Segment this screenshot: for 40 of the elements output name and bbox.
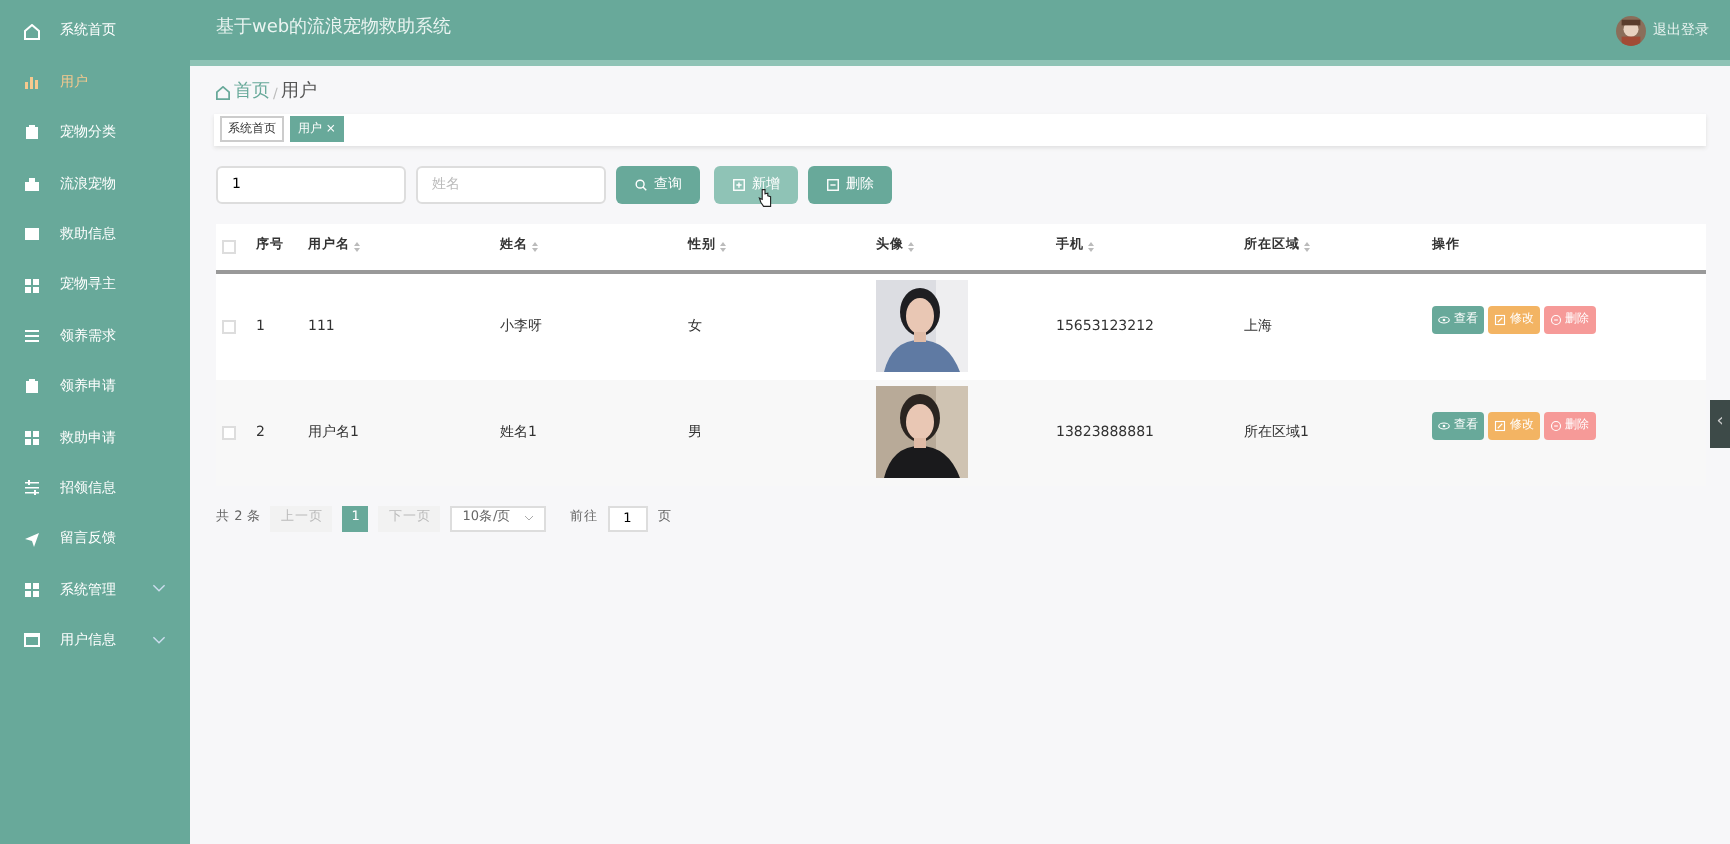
sort-icon[interactable] [353,241,360,251]
collapse-tab[interactable]: ‹ [1710,400,1730,448]
minus-square-icon [826,177,840,191]
list-icon [24,328,40,345]
grid-icon [24,581,40,598]
square-icon [24,226,40,243]
minus-circle-icon [1549,313,1561,325]
sort-icon[interactable] [531,241,538,251]
home-link[interactable]: 首页 [216,80,270,107]
grid-icon [24,429,40,446]
window-icon [24,632,40,649]
paper-plane-icon [24,531,40,548]
breadcrumb-current: 用户 [281,80,318,106]
edit-icon [1493,419,1506,431]
clipboard-icon [24,124,40,141]
home-icon [216,86,230,101]
chevron-down-icon [152,633,166,646]
hand-cursor-icon [758,187,772,207]
grid-icon [24,277,40,294]
checkbox[interactable] [222,319,236,333]
sort-icon[interactable] [907,241,914,251]
chevron-down-icon [152,582,166,595]
plus-square-icon [732,177,746,191]
minus-circle-icon [1549,419,1561,431]
sort-icon[interactable] [1087,241,1094,251]
home-icon [24,23,40,40]
eye-icon [1438,313,1450,325]
sliders-icon [24,480,40,497]
app-title: 基于web的流浪宠物救助系统 [216,16,452,43]
checkbox[interactable] [222,239,236,253]
search-icon [634,177,648,191]
bag-icon [24,175,40,192]
sort-icon[interactable] [719,241,726,251]
edit-icon [1493,313,1506,325]
clipboard-icon [24,378,40,395]
bar-chart-icon [24,74,40,91]
eye-icon [1438,419,1450,431]
sort-icon[interactable] [1303,241,1310,251]
chevron-down-icon [523,514,534,522]
checkbox[interactable] [222,425,236,439]
